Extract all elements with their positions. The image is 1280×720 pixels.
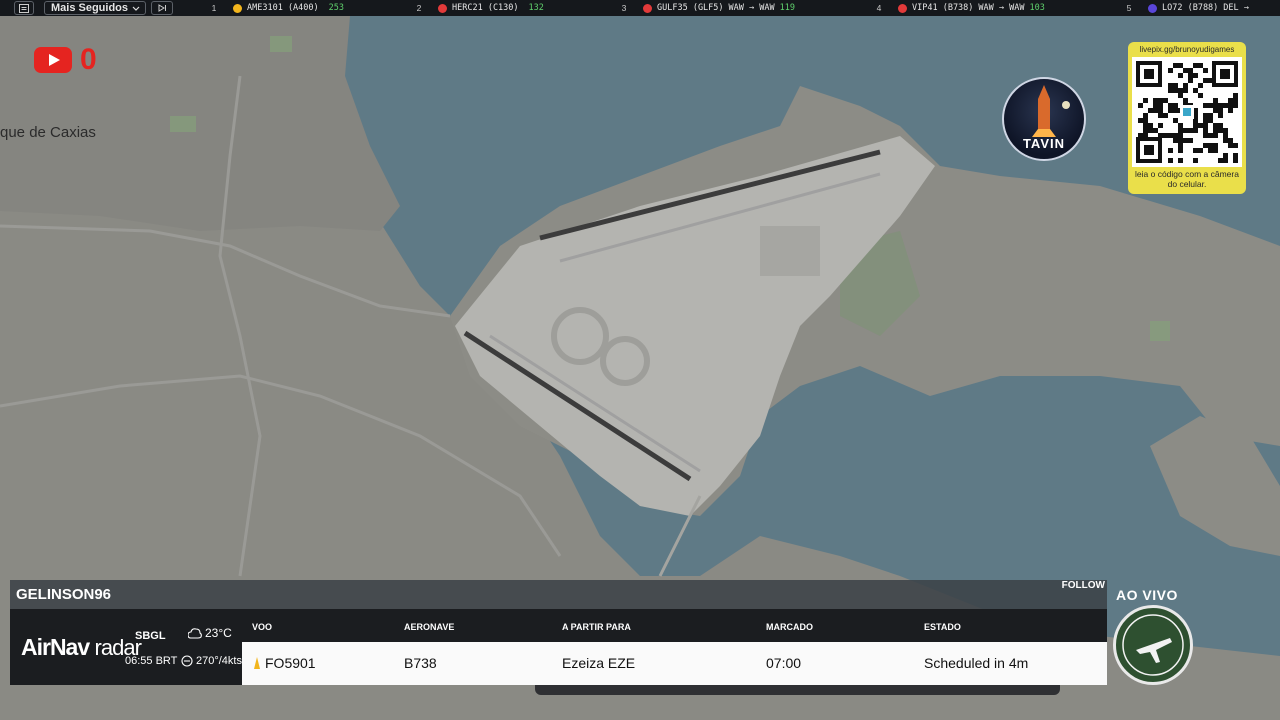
- qr-code: [1132, 57, 1242, 167]
- ticker-rank: 4: [876, 3, 882, 13]
- flight-number: FO5901: [254, 655, 316, 671]
- airline-icon: [643, 3, 652, 13]
- ticker-altitude: 253: [328, 3, 345, 13]
- ticker-rank: 3: [621, 3, 627, 13]
- tab-list-button[interactable]: [14, 1, 34, 15]
- top-bar: Mais Seguidos 1 AME3101 (A400) 253 2 HERC21 …: [0, 0, 1280, 16]
- cloud-icon: [188, 628, 202, 639]
- skip-next-icon: [158, 4, 166, 12]
- airline-icon: [1148, 3, 1157, 13]
- ticker-rank: 2: [416, 3, 422, 13]
- wind: 270°/4kts: [181, 655, 242, 667]
- wind-icon: [181, 655, 193, 667]
- ticker-route: WAW → WAW: [728, 3, 775, 13]
- map-toolbar[interactable]: [535, 685, 1060, 695]
- col-status: ESTADO: [924, 622, 961, 632]
- qr-caption: leia o código com a câmera do celular.: [1135, 169, 1239, 189]
- airline-icon: [233, 3, 242, 13]
- tab-list-icon: [19, 3, 29, 13]
- ticker-altitude: 132: [528, 3, 544, 13]
- chevron-down-icon: [132, 6, 140, 11]
- flight-status: Scheduled in 4m: [924, 655, 1029, 671]
- skip-next-button[interactable]: [151, 1, 174, 15]
- airport-code: SBGL: [135, 630, 166, 642]
- flight-card-header: GELINSON96 FOLLOW: [10, 580, 1107, 609]
- follow-button[interactable]: FOLLOW: [1062, 580, 1105, 591]
- youtube-icon: [34, 47, 72, 73]
- scheduled-time: 07:00: [766, 655, 802, 671]
- local-time: 06:55 BRT: [125, 655, 178, 667]
- col-aircraft: AERONAVE: [404, 622, 455, 632]
- username: GELINSON96: [16, 586, 112, 603]
- live-label: AO VIVO: [1116, 587, 1178, 603]
- airline-icon: [898, 3, 907, 13]
- ticker-altitude: 103: [1029, 3, 1045, 13]
- temperature: 23°C: [188, 626, 232, 640]
- ticker-flight[interactable]: 5 LO72 (B788) DEL →: [1115, 0, 1254, 16]
- place-label: que de Caxias: [0, 124, 96, 141]
- col-scheduled: MARCADO: [766, 622, 813, 632]
- ticker-callsign: LO72 (B788): [1162, 3, 1219, 13]
- destination: Ezeiza EZE: [562, 655, 636, 671]
- airline-icon: [438, 3, 447, 13]
- follow-dropdown-label: Mais Seguidos: [51, 2, 129, 14]
- airplane-icon: [1122, 614, 1184, 676]
- channel-badge: [1113, 605, 1193, 685]
- ticker-flight[interactable]: 2 HERC21 (C130) 132: [405, 0, 544, 16]
- follow-dropdown[interactable]: Mais Seguidos: [44, 1, 147, 15]
- ticker-callsign: VIP41 (B738): [912, 3, 974, 13]
- wind-value: 270°/4kts: [196, 655, 242, 667]
- ticker-callsign: GULF35 (GLF5): [657, 3, 724, 13]
- ticker-flight[interactable]: 3 GULF35 (GLF5) WAW → WAW 119: [610, 0, 795, 16]
- channel-logo-text: TAVIN: [1022, 136, 1066, 151]
- aircraft-type: B738: [404, 655, 437, 671]
- ticker-altitude: 119: [779, 3, 795, 13]
- airline-icon: [254, 657, 260, 669]
- youtube-counter: 0: [34, 45, 97, 75]
- airnav-logo: AirNav radar: [21, 634, 142, 661]
- ticker-callsign: HERC21 (C130): [452, 3, 519, 13]
- flight-card: AirNav radar SBGL 06:55 BRT 23°C 270°/4k…: [10, 609, 1107, 685]
- temperature-value: 23°C: [205, 626, 232, 640]
- ticker-flight[interactable]: 4 VIP41 (B738) WAW → WAW 103: [865, 0, 1045, 16]
- rocket-icon: [1032, 85, 1070, 137]
- subscriber-count: 0: [80, 43, 97, 76]
- qr-url: livepix.gg/brunoyudigames: [1139, 45, 1235, 54]
- ticker-callsign: AME3101 (A400): [247, 3, 319, 13]
- flight-ticker: 1 AME3101 (A400) 253 2 HERC21 (C130) 132 3 GULF…: [200, 0, 1280, 16]
- channel-logo: TAVIN: [1002, 77, 1086, 161]
- col-route: A PARTIR PARA: [562, 622, 631, 632]
- flight-row[interactable]: FO5901 B738 Ezeiza EZE 07:00 Scheduled i…: [242, 642, 1107, 685]
- ticker-rank: 5: [1126, 3, 1132, 13]
- qr-panel: livepix.gg/brunoyudigames leia o código …: [1128, 42, 1246, 194]
- ticker-flight[interactable]: 1 AME3101 (A400) 253: [200, 0, 344, 16]
- qr-code-icon: [1136, 61, 1238, 163]
- col-flight: VOO: [252, 622, 273, 632]
- ticker-route: WAW → WAW: [978, 3, 1025, 13]
- ticker-route: DEL →: [1223, 3, 1249, 13]
- flight-number-text: FO5901: [265, 655, 316, 671]
- ticker-rank: 1: [211, 3, 217, 13]
- brand-name: AirNav: [21, 634, 90, 660]
